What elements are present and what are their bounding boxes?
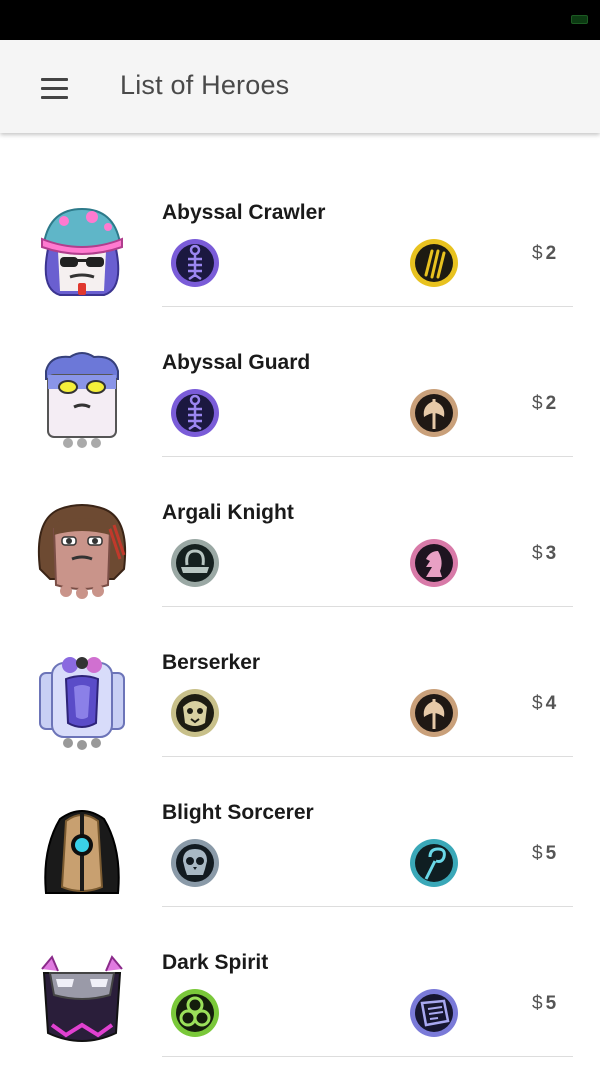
hero-row[interactable]: Argali Knight $3 <box>0 457 600 607</box>
hero-cost: $2 <box>532 243 557 264</box>
battery-icon <box>571 15 588 24</box>
fish-skeleton-icon <box>171 389 219 437</box>
hamburger-line <box>40 77 68 81</box>
horn-icon <box>171 539 219 587</box>
berserker-portrait <box>39 657 125 750</box>
skull-icon <box>171 839 219 887</box>
spellbook-icon <box>410 989 458 1037</box>
abyssal-crawler-portrait <box>41 207 123 296</box>
hero-name: Abyssal Guard <box>162 351 311 374</box>
blight-sorcerer-portrait <box>44 810 120 894</box>
page-title: List of Heroes <box>120 70 290 100</box>
chess-knight-icon <box>410 539 458 587</box>
divider <box>162 1056 573 1057</box>
menu-button[interactable] <box>28 68 80 108</box>
hamburger-line <box>40 95 68 99</box>
hero-name: Berserker <box>162 651 261 674</box>
hero-row[interactable]: Berserker $4 <box>0 607 600 757</box>
hero-cost: $2 <box>532 393 557 414</box>
argali-knight-portrait <box>37 504 127 599</box>
hamburger-line <box>40 86 68 90</box>
app-bar: List of Heroes <box>0 40 600 133</box>
trefoil-icon <box>171 989 219 1037</box>
axe-icon <box>410 689 458 737</box>
axe-icon <box>410 389 458 437</box>
status-bar <box>0 0 600 40</box>
abyssal-guard-portrait <box>45 352 119 448</box>
beast-face-icon <box>171 689 219 737</box>
hero-name: Dark Spirit <box>162 951 269 974</box>
hero-row[interactable]: Abyssal Crawler $2 <box>0 157 600 307</box>
hero-name: Argali Knight <box>162 501 294 524</box>
staff-icon <box>410 839 458 887</box>
claw-icon <box>410 239 458 287</box>
dark-spirit-portrait <box>41 955 123 1042</box>
hero-cost: $5 <box>532 993 557 1014</box>
hero-row[interactable]: Blight Sorcerer $5 <box>0 757 600 907</box>
hero-cost: $4 <box>532 693 557 714</box>
hero-cost: $5 <box>532 843 557 864</box>
fish-skeleton-icon <box>171 239 219 287</box>
hero-list: Abyssal Crawler $2 Abyssal Guard $ 2 Arg… <box>0 133 600 1066</box>
hero-name: Abyssal Crawler <box>162 201 326 224</box>
hero-cost: $3 <box>532 543 557 564</box>
hero-name: Blight Sorcerer <box>162 801 314 824</box>
hero-row[interactable]: Dark Spirit $5 <box>0 907 600 1057</box>
hero-row[interactable]: Abyssal Guard $2 <box>0 307 600 457</box>
